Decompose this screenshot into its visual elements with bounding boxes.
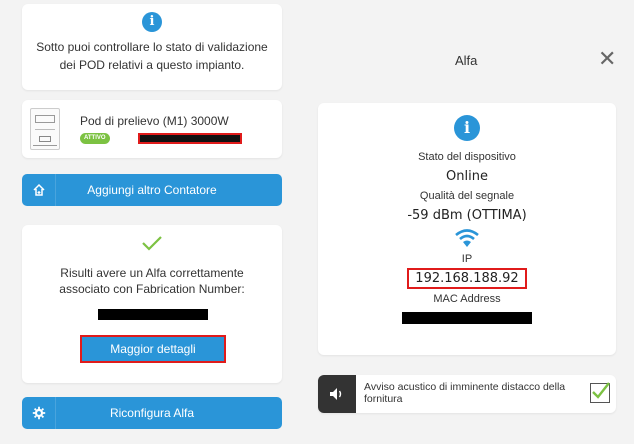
status-badge: ATTIVO bbox=[80, 133, 110, 144]
wifi-icon bbox=[454, 227, 480, 249]
success-text: Risulti avere un Alfa correttamente asso… bbox=[59, 266, 245, 296]
check-icon bbox=[592, 382, 610, 399]
ip-value: 192.168.188.92 bbox=[415, 271, 519, 286]
signal-label: Qualità del segnale bbox=[419, 190, 515, 202]
gear-icon bbox=[22, 397, 56, 429]
redacted-mac-address bbox=[402, 312, 532, 324]
mac-label: MAC Address bbox=[433, 293, 501, 305]
ip-highlight: 192.168.188.92 bbox=[407, 268, 527, 289]
reconfigure-button[interactable]: Riconfigura Alfa bbox=[22, 397, 282, 429]
check-icon bbox=[140, 233, 164, 253]
alert-text: Avviso acustico di imminente distacco de… bbox=[364, 381, 566, 405]
home-plus-icon bbox=[22, 174, 56, 206]
add-meter-label: Aggiungi altro Contatore bbox=[87, 183, 217, 197]
info-icon: i bbox=[454, 115, 480, 141]
details-button[interactable]: Maggior dettagli bbox=[82, 337, 224, 361]
details-highlight: Maggior dettagli bbox=[80, 335, 226, 363]
device-state-value: Online bbox=[446, 169, 488, 184]
dialog-title: Alfa bbox=[455, 53, 478, 68]
reconfigure-label: Riconfigura Alfa bbox=[109, 406, 195, 420]
close-icon[interactable]: ✕ bbox=[598, 48, 616, 70]
info-icon: i bbox=[142, 12, 162, 32]
redacted-fabrication-number bbox=[98, 309, 208, 320]
alert-checkbox[interactable] bbox=[590, 382, 610, 403]
info-card: i Sotto puoi controllare lo stato di val… bbox=[22, 4, 282, 90]
pod-card[interactable]: Pod di prelievo (M1) 3000W ATTIVO bbox=[22, 100, 282, 158]
redacted-pod-code bbox=[138, 133, 242, 144]
add-meter-button[interactable]: Aggiungi altro Contatore bbox=[22, 174, 282, 206]
speaker-icon bbox=[330, 388, 342, 400]
device-state-label: Stato del dispositivo bbox=[418, 151, 516, 163]
device-card: i Stato del dispositivo Online Qualità d… bbox=[318, 103, 616, 355]
pod-title: Pod di prelievo (M1) 3000W bbox=[80, 114, 229, 128]
info-text: Sotto puoi controllare lo stato di valid… bbox=[36, 40, 268, 72]
association-card: Risulti avere un Alfa correttamente asso… bbox=[22, 225, 282, 383]
signal-value: -59 dBm (OTTIMA) bbox=[407, 208, 527, 223]
alert-card: Avviso acustico di imminente distacco de… bbox=[318, 375, 616, 413]
speaker-toggle[interactable] bbox=[318, 375, 356, 413]
ip-label: IP bbox=[461, 253, 473, 265]
meter-icon bbox=[30, 108, 60, 150]
